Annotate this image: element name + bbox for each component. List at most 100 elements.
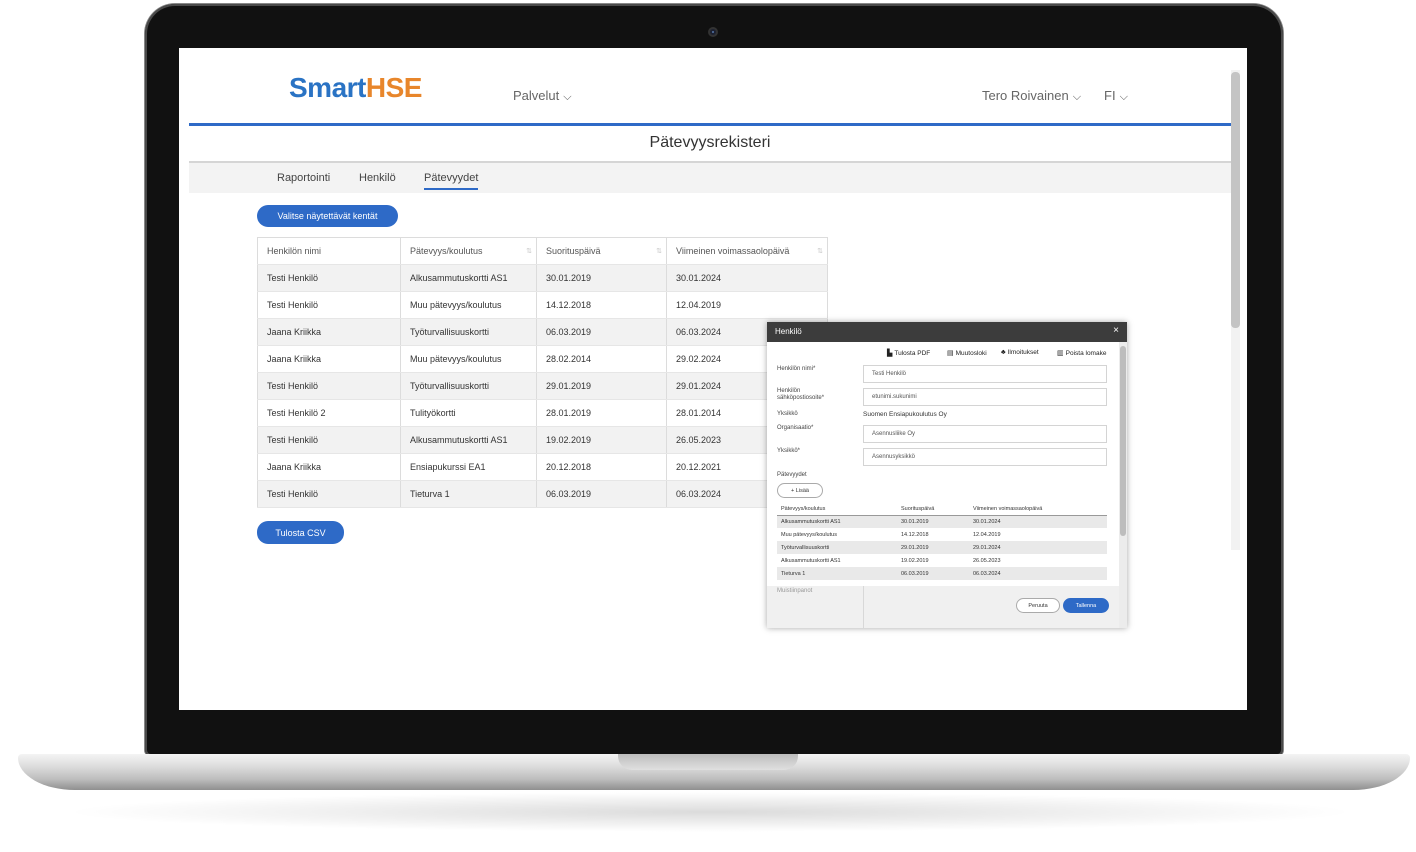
print-pdf-button[interactable]: ▙ Tulosta PDF (887, 349, 930, 357)
nav-language-menu[interactable]: FI ⌵ (1104, 88, 1128, 104)
camera-icon (708, 27, 718, 37)
column-header-expiry-date[interactable]: Viimeinen voimassaolopäivä ⇅ (666, 237, 828, 265)
cell-completion-date: 06.03.2019 (536, 318, 667, 346)
cell-completion-date: 19.02.2019 (901, 557, 929, 564)
page-scrollbar-thumb[interactable] (1231, 72, 1240, 328)
cell-name: Testi Henkilö (257, 480, 401, 508)
unit-label: Yksikkö (777, 411, 798, 417)
column-header-competency[interactable]: Pätevyys/koulutus ⇅ (400, 237, 537, 265)
cell-expiry-date: 30.01.2024 (666, 264, 828, 292)
cell-name: Jaana Kriikka (257, 453, 401, 481)
cell-completion-date: 30.01.2019 (536, 264, 667, 292)
nav-user-label: Tero Roivainen (982, 88, 1069, 103)
cell-name: Testi Henkilö (257, 264, 401, 292)
cell-completion-date: 29.01.2019 (897, 541, 969, 554)
table-row[interactable]: Jaana Kriikka Työturvallisuuskortti 06.03.… (257, 318, 828, 346)
cell-expiry-date: 06.03.2024 (969, 567, 1107, 580)
screen: SmartHSE Palvelut ⌵ Tero Roivainen ⌵ FI ⌵ P… (179, 48, 1247, 710)
save-button[interactable]: Tallenna (1063, 598, 1109, 613)
logo-hse: HSE (365, 72, 423, 103)
column-header-label: Henkilön nimi (267, 246, 322, 256)
column-header-name[interactable]: Henkilön nimi (257, 237, 401, 265)
name-field[interactable]: Testi Henkilö (863, 365, 1107, 383)
table-row[interactable]: Testi Henkilö Muu pätevyys/koulutus 14.12.… (257, 291, 828, 319)
cell-competency: Työturvallisuuskortti (400, 372, 537, 400)
cell-expiry-date: 12.04.2019 (666, 291, 828, 319)
column-header-completion-date[interactable]: Suorituspäivä ⇅ (536, 237, 667, 265)
table-row[interactable]: Testi Henkilö Alkusammutuskortti AS1 30.01… (257, 264, 828, 292)
unit-value: Suomen Ensiapukoulutus Oy (863, 411, 947, 418)
laptop-shadow (60, 792, 1360, 832)
tab-person[interactable]: Henkilö (359, 172, 396, 184)
bell-icon: ♣ (1001, 349, 1006, 356)
cell-competency: Alkusammutuskortti AS1 (777, 515, 897, 528)
table-row[interactable]: Tieturva 1 06.03.2019 06.03.2024 (777, 567, 1107, 580)
notifications-button[interactable]: ♣ Ilmoitukset (1001, 349, 1039, 356)
table-row[interactable]: Alkusammutuskortti AS1 19.02.2019 26.05.20… (777, 554, 1107, 567)
table-row[interactable]: Alkusammutuskortti AS1 30.01.2019 30.01.20… (777, 515, 1107, 528)
cell-completion-date: 29.01.2019 (536, 372, 667, 400)
column-header-completion-date[interactable]: Suorituspäivä (897, 504, 969, 516)
notes-label: Muistiinpanot (777, 588, 813, 594)
table-row[interactable]: Jaana Kriikka Muu pätevyys/koulutus 28.02.… (257, 345, 828, 373)
table-row[interactable]: Jaana Kriikka Ensiapukurssi EA1 20.12.2018… (257, 453, 828, 481)
nav-language-label: FI (1104, 88, 1116, 103)
changelog-button[interactable]: ▤ Muutosloki (947, 349, 987, 357)
table-row[interactable]: Testi Henkilö Alkusammutuskortti AS1 19.02… (257, 426, 828, 454)
select-fields-button[interactable]: Valitse näytettävät kentät (257, 205, 398, 227)
table-row[interactable]: Työturvallisuuskortti 29.01.2019 29.01.202… (777, 541, 1107, 554)
table-row[interactable]: Muu pätevyys/koulutus 14.12.2018 12.04.201… (777, 528, 1107, 541)
cell-competency: Työturvallisuuskortti (400, 318, 537, 346)
nav-services-label: Palvelut (513, 88, 560, 103)
cell-competency: Tulityökortti (400, 399, 537, 427)
chevron-down-icon: ⌵ (1072, 91, 1082, 103)
competencies-label: Pätevyydet (777, 472, 807, 478)
dialog-competency-table: Pätevyys/koulutus Suorituspäivä Viimeine… (777, 504, 1107, 580)
trash-icon: ▥ (1057, 350, 1064, 357)
close-icon[interactable]: × (1113, 325, 1119, 336)
print-csv-button[interactable]: Tulosta CSV (257, 521, 344, 544)
column-header-label: Suorituspäivä (546, 246, 601, 256)
page-title: Pätevyysrekisteri (649, 134, 771, 151)
delete-form-button[interactable]: ▥ Poista lomake (1057, 349, 1106, 357)
table-header-row: Henkilön nimi Pätevyys/koulutus ⇅ Suoritu… (257, 237, 828, 265)
column-header-competency[interactable]: Pätevyys/koulutus (777, 504, 897, 516)
notes-divider (863, 586, 864, 628)
add-competency-button[interactable]: + Lisää (777, 483, 823, 498)
email-label: Henkilön sähköpostiosoite* (777, 388, 824, 402)
cancel-button[interactable]: Peruuta (1016, 598, 1060, 613)
email-label-line1: Henkilön (777, 388, 801, 394)
sort-icon[interactable]: ⇅ (656, 247, 662, 255)
unit2-field[interactable]: Asennusyksikkö (863, 448, 1107, 466)
table-row[interactable]: Testi Henkilö 2 Tulityökortti 28.01.2019 28… (257, 399, 828, 427)
cell-competency: Alkusammutuskortti AS1 (400, 264, 537, 292)
table-row[interactable]: Testi Henkilö Työturvallisuuskortti 29.01.… (257, 372, 828, 400)
dialog-scrollbar-thumb[interactable] (1120, 346, 1126, 536)
person-dialog: Henkilö × ▙ Tulosta PDF ▤ Muutosloki ♣ Ilmo… (767, 322, 1127, 628)
cell-competency: Muu pätevyys/koulutus (400, 291, 537, 319)
tab-reporting[interactable]: Raportointi (277, 172, 330, 184)
action-label: Poista lomake (1065, 350, 1107, 357)
cell-expiry-date: 29.01.2024 (969, 541, 1107, 554)
organization-field[interactable]: Asennusliike Oy (863, 425, 1107, 443)
cell-completion-date: 28.01.2019 (536, 399, 667, 427)
cell-name: Jaana Kriikka (257, 318, 401, 346)
cell-competency: Tieturva 1 (400, 480, 537, 508)
app-logo[interactable]: SmartHSE (289, 72, 422, 104)
sort-icon[interactable]: ⇅ (817, 247, 823, 255)
cell-name: Testi Henkilö 2 (257, 399, 401, 427)
cell-name: Jaana Kriikka (257, 345, 401, 373)
cell-competency: Tieturva 1 (777, 567, 897, 580)
email-field[interactable]: etunimi.sukunimi (863, 388, 1107, 406)
cell-name: Testi Henkilö (257, 291, 401, 319)
nav-user-menu[interactable]: Tero Roivainen ⌵ (982, 88, 1081, 104)
nav-services-menu[interactable]: Palvelut ⌵ (513, 88, 572, 104)
organization-label: Organisaatio* (777, 425, 814, 431)
column-header-expiry-date[interactable]: Viimeinen voimassaolopäivä (969, 504, 1107, 516)
column-header-label: Viimeinen voimassaolopäivä (676, 246, 790, 256)
tab-competencies[interactable]: Pätevyydet (424, 172, 479, 190)
column-header-label: Pätevyys/koulutus (410, 246, 483, 256)
dialog-title: Henkilö (775, 327, 802, 336)
sort-icon[interactable]: ⇅ (526, 247, 532, 255)
table-row[interactable]: Testi Henkilö Tieturva 1 06.03.2019 06.03.2… (257, 480, 828, 508)
